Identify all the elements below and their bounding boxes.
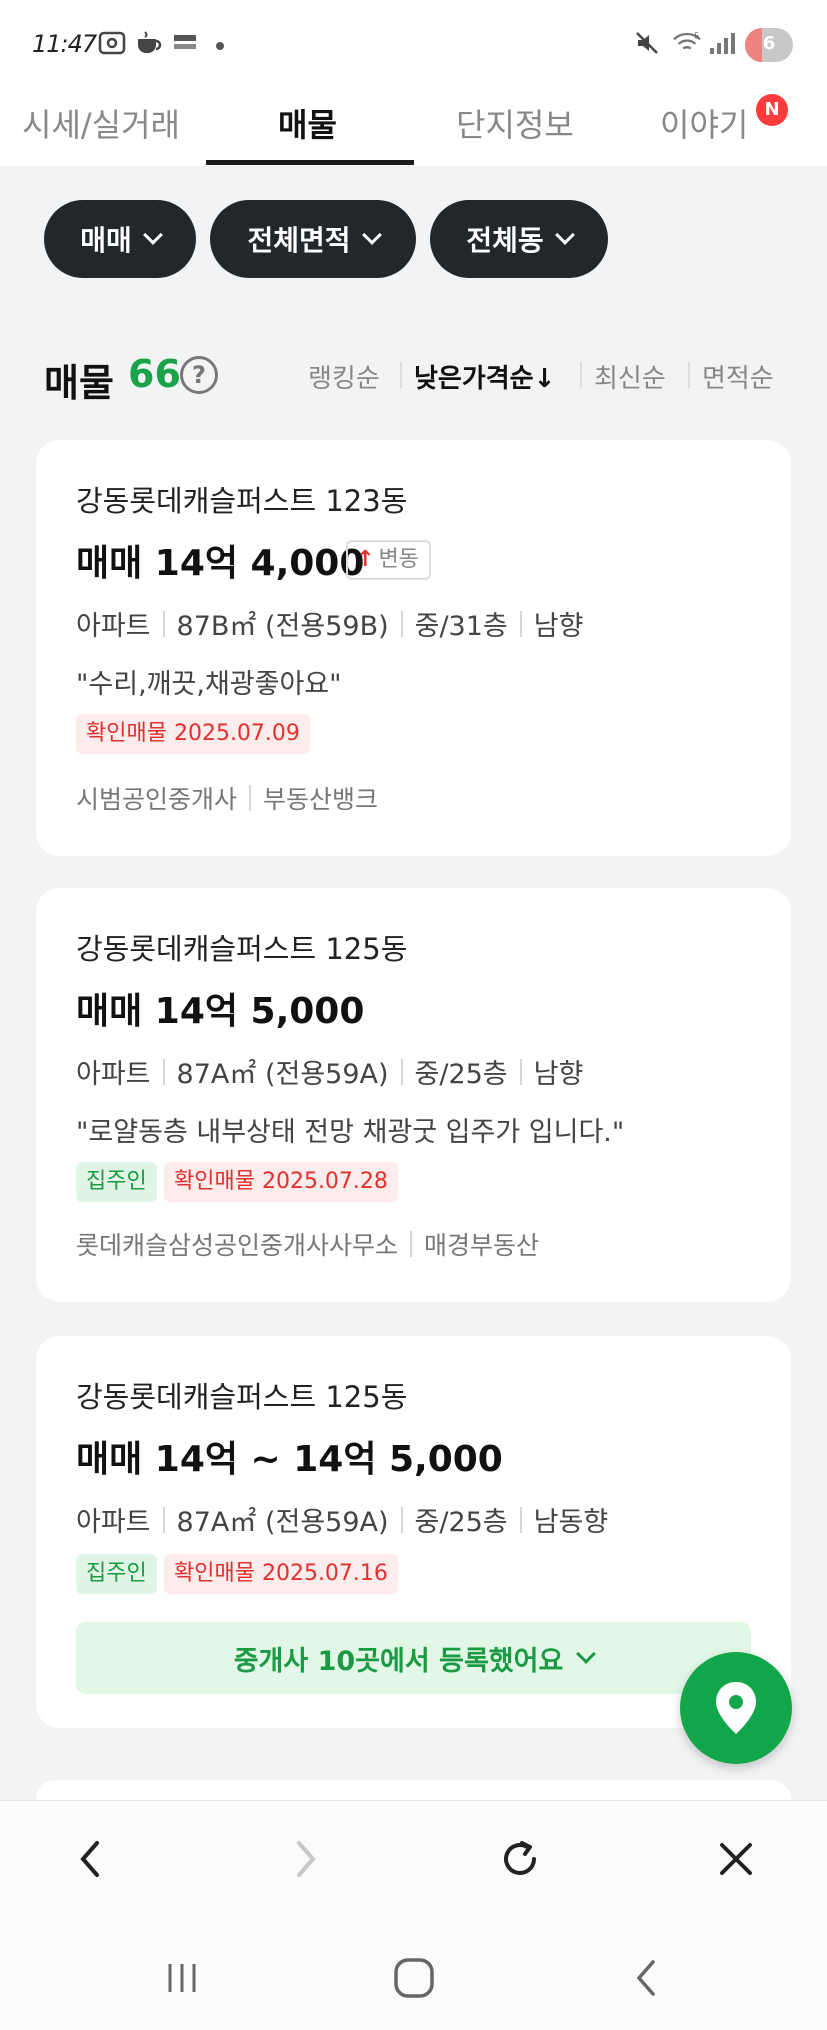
listing-title: 매물 [44,361,114,405]
listing-info: 아파트 87A㎡ (전용59A) 중/25층 남동향 [76,1500,608,1539]
agency-name: 롯데캐슬삼성공인중개사사무소 [76,1231,399,1260]
home-icon [394,1958,434,1998]
filter-trade-type-label: 매매 [80,224,132,257]
wifi-icon: 5 [673,30,701,50]
owner-tag: 집주인 [76,1162,157,1202]
property-direction: 남향 [533,1059,584,1090]
listing-agencies: 롯데캐슬삼성공인중개사사무소 매경부동산 [76,1226,539,1262]
change-badge-label: 변동 [378,547,419,572]
signal-icon [710,33,735,54]
confirmed-listing-tag: 확인매물 2025.07.28 [164,1162,398,1202]
tab-listings[interactable]: 매물 [278,100,337,146]
owner-tag: 집주인 [76,1554,157,1594]
close-button[interactable] [706,1829,766,1889]
nav-back-icon [636,1960,655,1996]
notification-dot [216,42,224,50]
agency-source: 부동산뱅크 [263,785,379,814]
tab-stories[interactable]: 이야기 [660,100,748,146]
mute-icon [636,32,658,54]
agency-expand-label: 중개사 10곳에서 등록했어요 [233,1645,564,1677]
sort-divider [400,362,402,388]
listing-price: 매매 14억 4,000 [76,543,365,584]
sort-divider [688,362,690,388]
listing-card[interactable]: 강동롯데캐슬퍼스트 123동 매매 14억 4,000 ↑ 변동 아파트 87B㎡… [36,440,791,856]
tab-price-history[interactable]: 시세/실거래 [22,100,180,146]
listing-card[interactable]: 강동롯데캐슬퍼스트 125동 매매 14억 5,000 아파트 87A㎡ (전용… [36,888,791,1302]
chevron-down-icon [361,225,382,245]
nav-back-button[interactable] [616,1950,676,2006]
property-area: 87B㎡ (전용59B) [176,611,389,642]
listing-info: 아파트 87B㎡ (전용59B) 중/31층 남향 [76,604,583,643]
map-pin-icon [716,1682,756,1734]
back-icon [80,1841,99,1877]
listing-name: 강동롯데캐슬퍼스트 125동 [76,1380,408,1414]
battery-icon: 6 [745,28,793,62]
refresh-icon [504,1841,536,1875]
filter-area[interactable]: 전체면적 [210,200,416,278]
status-bar: 11:47 5 6 [0,0,827,86]
filter-trade-type[interactable]: 매매 [44,200,196,278]
chevron-down-icon [576,1644,597,1664]
sort-low-price[interactable]: 낮은가격순↓ [414,358,555,395]
screenshot-icon [98,31,126,55]
listing-name: 강동롯데캐슬퍼스트 123동 [76,484,408,518]
tab-complex-info[interactable]: 단지정보 [456,100,574,146]
system-nav-bar [0,1920,827,2030]
arrow-up-icon: ↑ [356,547,375,572]
listing-name: 강동롯데캐슬퍼스트 125동 [76,932,408,966]
confirmed-listing-tag: 확인매물 2025.07.09 [76,714,310,754]
confirmed-listing-tag: 확인매물 2025.07.16 [164,1554,398,1594]
recent-apps-button[interactable] [152,1950,212,2006]
sort-latest[interactable]: 최신순 [594,358,666,395]
agency-source: 매경부동산 [424,1231,540,1260]
app-notification-icon [174,35,196,49]
coffee-icon [138,31,162,53]
listing-info: 아파트 87A㎡ (전용59A) 중/25층 남향 [76,1052,583,1091]
chevron-down-icon [142,225,163,245]
forward-button[interactable] [276,1829,336,1889]
battery-level: 6 [762,33,776,54]
listing-description: "수리,깨끗,채광좋아요" [76,669,342,700]
agency-name: 시범공인중개사 [76,785,238,814]
listing-description: "로얄동층 내부상태 전망 채광굿 입주가 입니다." [76,1117,625,1148]
listing-price: 매매 14억 ~ 14억 5,000 [76,1439,503,1480]
property-area: 87A㎡ (전용59A) [176,1059,389,1090]
property-type: 아파트 [76,1507,151,1538]
chevron-down-icon [554,225,575,245]
recent-apps-icon [168,1964,196,1992]
sort-area[interactable]: 면적순 [702,358,774,395]
home-button[interactable] [384,1950,444,2006]
property-floor: 중/25층 [414,1059,508,1090]
map-button[interactable] [680,1652,792,1764]
browser-toolbar [0,1800,827,1920]
property-direction: 남향 [533,611,584,642]
help-icon[interactable]: ? [180,356,218,394]
price-change-badge: ↑ 변동 [346,540,431,580]
property-direction: 남동향 [533,1507,609,1538]
listing-agencies: 시범공인중개사 부동산뱅크 [76,780,378,816]
back-button[interactable] [60,1829,120,1889]
property-type: 아파트 [76,611,151,642]
listing-count: 66 [128,352,181,396]
listing-card[interactable]: 강동롯데캐슬퍼스트 125동 매매 14억 ~ 14억 5,000 아파트 87… [36,1336,791,1728]
forward-icon [297,1841,316,1877]
close-icon [720,1843,752,1875]
filter-building-label: 전체동 [466,224,544,257]
new-badge: N [756,94,788,126]
filter-building[interactable]: 전체동 [430,200,608,278]
status-time: 11:47 [32,30,97,58]
filter-area-label: 전체면적 [247,224,351,257]
agency-expand-button[interactable]: 중개사 10곳에서 등록했어요 [76,1622,751,1694]
tab-bar: 시세/실거래 매물 단지정보 이야기 N [0,86,827,166]
sort-divider [580,362,582,388]
sort-ranking[interactable]: 랭킹순 [308,358,380,395]
property-type: 아파트 [76,1059,151,1090]
listing-price: 매매 14억 5,000 [76,991,365,1032]
active-tab-indicator [206,160,414,165]
property-floor: 중/25층 [414,1507,508,1538]
property-area: 87A㎡ (전용59A) [176,1507,389,1538]
refresh-button[interactable] [490,1829,550,1889]
svg-text:5: 5 [694,30,699,40]
property-floor: 중/31층 [414,611,508,642]
